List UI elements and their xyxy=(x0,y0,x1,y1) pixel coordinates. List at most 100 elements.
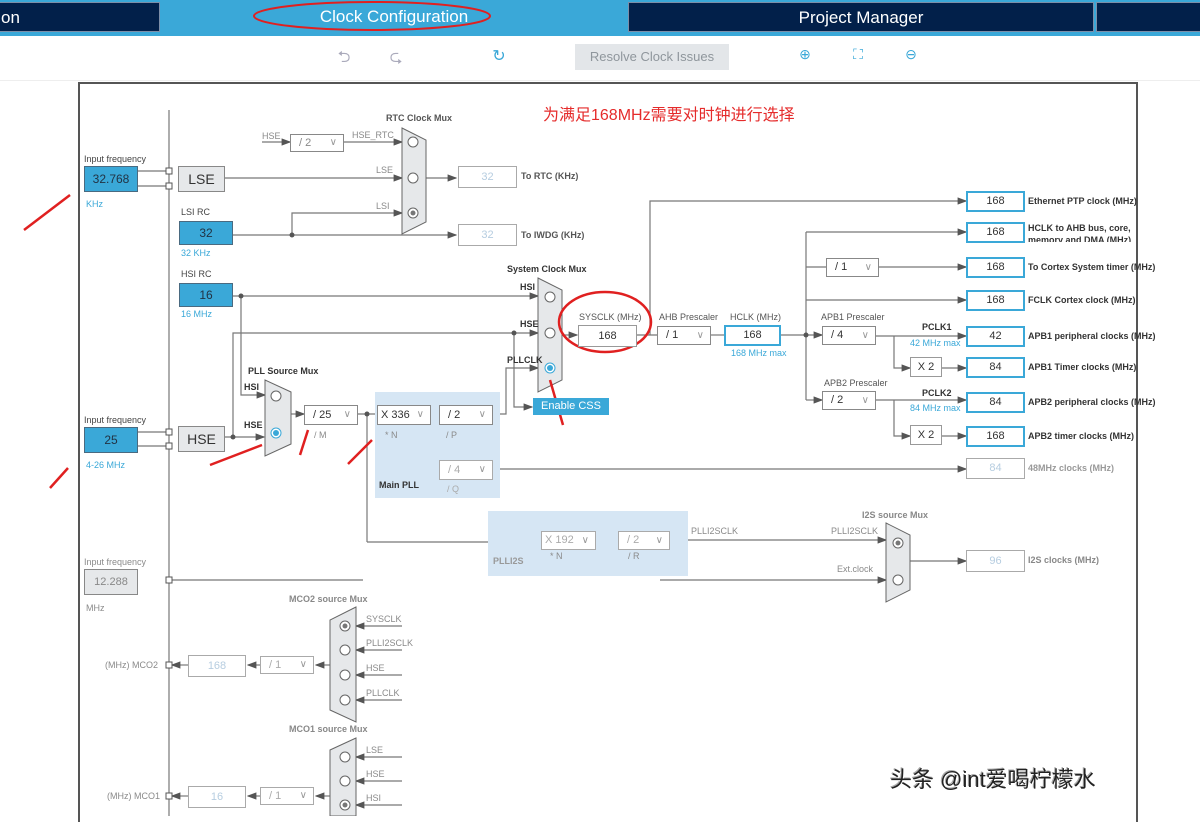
mco1-output-value[interactable]: 16 xyxy=(188,786,246,808)
output-apb2-peripheral-value[interactable]: 84 xyxy=(966,392,1025,413)
pclk2-max: 84 MHz max xyxy=(910,403,961,413)
apb2-prescaler-label: APB2 Prescaler xyxy=(824,378,888,388)
chevron-down-icon: ∨ xyxy=(696,330,704,341)
mco1-input-hsi: HSI xyxy=(366,793,382,803)
ahb-prescaler-value: / 1 xyxy=(666,329,679,341)
lse-input-frequency[interactable]: 32.768 xyxy=(84,166,138,192)
rtc-lsi-label: LSI xyxy=(376,201,390,211)
plli2s-r-label: / R xyxy=(628,551,640,561)
mco2-output-value[interactable]: 168 xyxy=(188,655,246,677)
pll-p-value: / 2 xyxy=(448,409,461,421)
chevron-down-icon: ∨ xyxy=(861,330,869,341)
ahb-prescaler-select[interactable]: / 1 ∨ xyxy=(657,326,711,345)
plli2sclk-label: PLLI2SCLK xyxy=(691,526,739,536)
lsi-unit: 32 KHz xyxy=(181,248,211,258)
pll-n-label: * N xyxy=(385,430,398,440)
output-ethernet-ptp-label: Ethernet PTP clock (MHz) xyxy=(1028,196,1137,206)
pll-n-multiplier-select[interactable]: X 336 ∨ xyxy=(377,405,431,425)
output-apb1-timer-value[interactable]: 84 xyxy=(966,357,1025,378)
chevron-down-icon: ∨ xyxy=(655,535,663,546)
cortex-timer-divider-select[interactable]: / 1 ∨ xyxy=(826,258,879,277)
hse-source: HSE xyxy=(178,426,225,452)
output-48mhz-value[interactable]: 84 xyxy=(966,458,1025,479)
output-ethernet-ptp-value[interactable]: 168 xyxy=(966,191,1025,212)
annotation-note: 为满足168MHz需要对时钟进行选择 xyxy=(543,107,795,124)
pll-p-divider-select[interactable]: / 2 ∨ xyxy=(439,405,493,425)
chevron-down-icon: ∨ xyxy=(581,535,589,546)
sysclk-label: SYSCLK (MHz) xyxy=(579,312,642,322)
sys-mux-input-pllclk: PLLCLK xyxy=(507,355,543,365)
apb2-prescaler-value: / 2 xyxy=(831,394,844,406)
lse-source: LSE xyxy=(178,166,225,192)
rtc-hse-rtc-label: HSE_RTC xyxy=(352,130,394,140)
plli2s-n-multiplier-select[interactable]: X 192 ∨ xyxy=(541,531,596,550)
chevron-down-icon: ∨ xyxy=(861,395,869,406)
apb1-prescaler-select[interactable]: / 4 ∨ xyxy=(822,326,876,345)
hsi-value: 16 xyxy=(179,283,233,307)
plli2s-r-value: / 2 xyxy=(627,534,640,546)
output-hclk-ahb-value[interactable]: 168 xyxy=(966,222,1025,243)
output-apb2-timer-value[interactable]: 168 xyxy=(966,426,1025,447)
hclk-max: 168 MHz max xyxy=(731,348,787,358)
i2s-source-mux xyxy=(885,522,911,603)
output-apb2-peripheral-label: APB2 peripheral clocks (MHz) xyxy=(1028,397,1156,407)
cortex-divider-value: / 1 xyxy=(835,261,848,273)
i2s-output-value[interactable]: 96 xyxy=(966,550,1025,572)
hse-unit: 4-26 MHz xyxy=(86,460,126,470)
output-fclk-value[interactable]: 168 xyxy=(966,290,1025,311)
mco2-divider-select[interactable]: / 1 ∨ xyxy=(260,656,314,674)
mco1-divider-value: / 1 xyxy=(269,790,282,802)
pll-m-label: / M xyxy=(314,430,327,440)
output-hclk-ahb-label: HCLK to AHB bus, core, memory and DMA (M… xyxy=(1028,223,1132,242)
apb1-prescaler-label: APB1 Prescaler xyxy=(821,312,885,322)
mco2-input-sysclk: SYSCLK xyxy=(366,614,402,624)
pll-m-divider-select[interactable]: / 25 ∨ xyxy=(304,405,358,425)
output-apb2-timer-label: APB2 timer clocks (MHz) xyxy=(1028,431,1135,441)
output-apb1-peripheral-value[interactable]: 42 xyxy=(966,326,1025,347)
chevron-down-icon: ∨ xyxy=(416,409,424,420)
rtc-output-label: To RTC (KHz) xyxy=(521,171,579,181)
hse-input-label: Input frequency xyxy=(84,415,147,425)
iwdg-output-value: 32 xyxy=(458,224,517,246)
chevron-down-icon: ∨ xyxy=(343,409,351,420)
i2s-ext-input-frequency[interactable]: 12.288 xyxy=(84,569,138,595)
output-apb1-peripheral-label: APB1 peripheral clocks (MHz) xyxy=(1028,331,1156,341)
rtc-lse-label: LSE xyxy=(376,165,394,175)
pll-p-label: / P xyxy=(446,430,458,440)
apb1-prescaler-value: / 4 xyxy=(831,329,844,341)
mco1-mux-label: MCO1 source Mux xyxy=(289,724,368,734)
mco2-divider-value: / 1 xyxy=(269,659,282,671)
i2s-output-label: I2S clocks (MHz) xyxy=(1028,555,1100,565)
chevron-down-icon: ∨ xyxy=(299,659,307,670)
apb2-prescaler-select[interactable]: / 2 ∨ xyxy=(822,391,876,410)
pll-m-value: / 25 xyxy=(313,409,332,421)
hse-input-frequency[interactable]: 25 xyxy=(84,427,138,453)
hclk-value[interactable]: 168 xyxy=(724,325,781,346)
pll-q-label: / Q xyxy=(447,484,460,494)
rtc-mux-label: RTC Clock Mux xyxy=(386,113,453,123)
mco2-input-hse: HSE xyxy=(366,663,385,673)
hsi-rc-label: HSI RC xyxy=(181,269,212,279)
plli2s-label: PLLI2S xyxy=(493,556,524,566)
mco2-input-pllclk: PLLCLK xyxy=(366,688,400,698)
pll-mux-input-hse: HSE xyxy=(244,420,263,430)
sysclk-value: 168 xyxy=(578,325,637,347)
system-clock-mux-label: System Clock Mux xyxy=(507,264,587,274)
pll-q-value: / 4 xyxy=(448,464,461,476)
ahb-prescaler-label: AHB Prescaler xyxy=(659,312,719,322)
mco2-pin-label: (MHz) MCO2 xyxy=(105,660,158,670)
rtc-output-value: 32 xyxy=(458,166,517,188)
chevron-down-icon: ∨ xyxy=(329,137,337,148)
pll-source-mux-label: PLL Source Mux xyxy=(248,366,319,376)
rtc-hse-divider-select[interactable]: / 2 ∨ xyxy=(290,134,344,152)
chevron-down-icon: ∨ xyxy=(478,409,486,420)
pll-q-divider-select[interactable]: / 4 ∨ xyxy=(439,460,493,480)
output-cortex-timer-value[interactable]: 168 xyxy=(966,257,1025,278)
main-pll-label: Main PLL xyxy=(379,480,419,490)
enable-css-button[interactable]: Enable CSS xyxy=(533,398,609,415)
output-fclk-label: FCLK Cortex clock (MHz) xyxy=(1028,295,1136,305)
lse-unit: KHz xyxy=(86,199,104,209)
plli2s-r-divider-select[interactable]: / 2 ∨ xyxy=(618,531,670,550)
mco1-divider-select[interactable]: / 1 ∨ xyxy=(260,787,314,805)
apb2-timer-multiplier: X 2 xyxy=(910,425,942,445)
